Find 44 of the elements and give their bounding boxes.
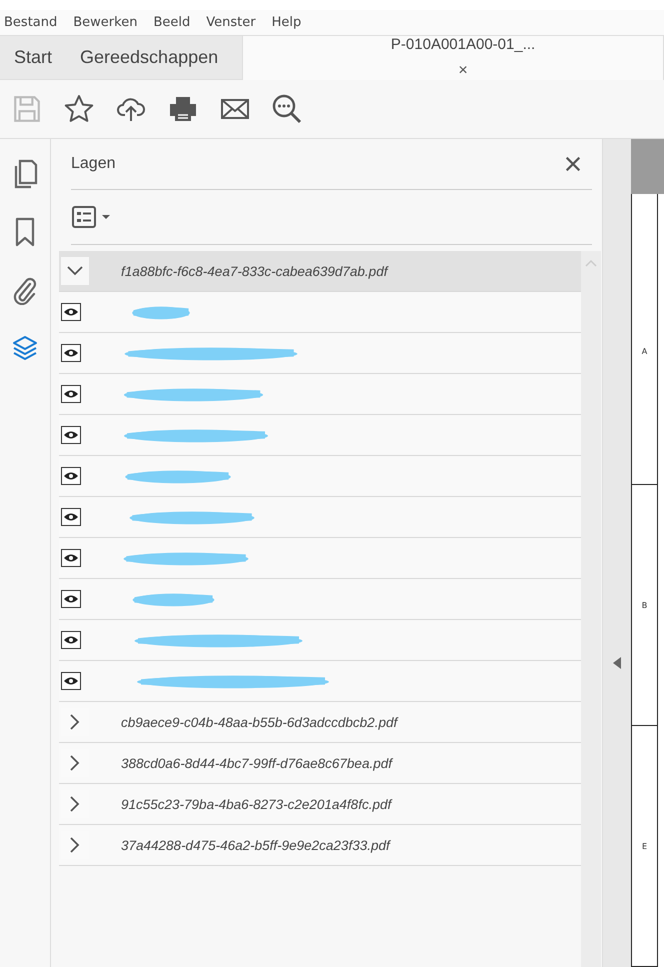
menu-item[interactable]: Bewerken [73,15,138,30]
print-icon[interactable] [168,94,198,124]
star-icon[interactable] [64,94,94,124]
eye-icon[interactable] [61,508,81,526]
eye-icon[interactable] [61,672,81,690]
close-tab-button[interactable]: × [458,62,468,80]
tab[interactable]: P-010A001A00-01_... × [242,36,664,80]
eye-icon[interactable] [61,303,81,321]
chevron-right-icon [70,837,80,853]
eye-icon[interactable] [61,631,81,649]
close-icon[interactable] [564,155,582,173]
layer-name: cb9aece9-c04b-48aa-b55b-6d3adccdbcb2.pdf [121,714,398,730]
zone-label: B [642,600,648,610]
menu-item[interactable]: Venster [206,15,256,30]
layer-name: 91c55c23-79ba-4ba6-8273-c2e201a4f8fc.pdf [121,796,392,812]
menu-item[interactable]: Bestand [4,15,58,30]
layer-name: 388cd0a6-8d44-4bc7-99ff-d76ae8c67bea.pdf [121,756,392,770]
chevron-right-icon [70,714,80,730]
layer-name: 37a44288-d475-46a2-b5ff-9e9e2ca23f33.pdf [121,838,390,852]
chevron-right-icon [70,755,80,771]
layer-row[interactable]: f1a88bfc-f6c8-4ea7-833c-cabea639d7ab.pdf [59,251,581,292]
eye-icon[interactable] [61,590,81,608]
eye-icon[interactable] [61,344,81,362]
layer-name: f1a88bfc-f6c8-4ea7-833c-cabea639d7ab.pdf [121,264,388,278]
search-icon[interactable] [272,94,302,124]
options-menu-icon[interactable] [71,205,111,229]
tab[interactable]: Start [0,36,66,79]
collapse-panel-icon[interactable] [613,657,621,669]
expand-toggle[interactable] [61,257,89,285]
pages-icon [12,159,38,189]
paperclip-icon [12,275,38,305]
menu-item[interactable]: Beeld [153,15,190,30]
tab[interactable]: Gereedschappen [66,36,242,79]
zone-label: E [642,842,648,850]
eye-icon[interactable] [61,467,81,485]
eye-icon[interactable] [61,549,81,567]
layers-icon [12,333,38,363]
zone-label: A [642,346,648,356]
panel-title: Lagen [71,155,116,173]
eye-icon[interactable] [61,385,81,403]
eye-icon[interactable] [61,426,81,444]
menu-item[interactable]: Help [272,15,302,30]
chevron-down-icon [67,266,83,276]
chevron-right-icon [70,796,80,812]
